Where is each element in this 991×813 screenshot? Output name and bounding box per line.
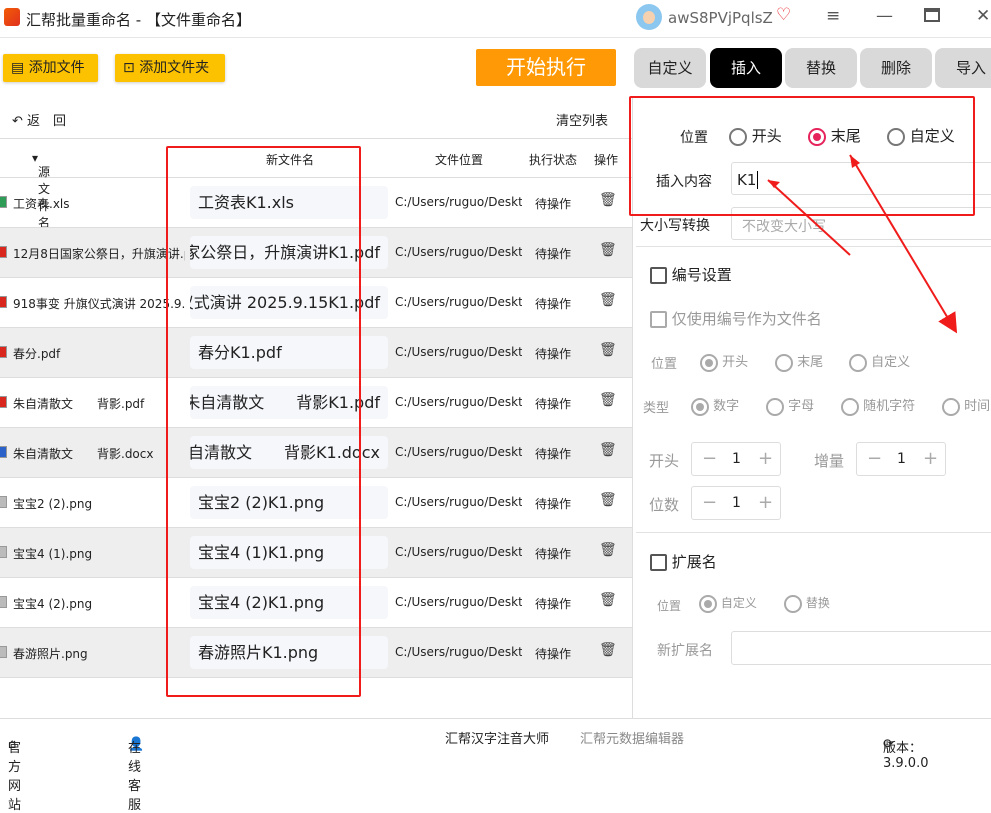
arrow-to-insert-content <box>767 179 851 256</box>
arrow-to-end-option <box>849 154 958 334</box>
arrow-head <box>850 155 860 168</box>
arrow-head <box>768 180 780 188</box>
annotation-arrows <box>767 154 958 334</box>
